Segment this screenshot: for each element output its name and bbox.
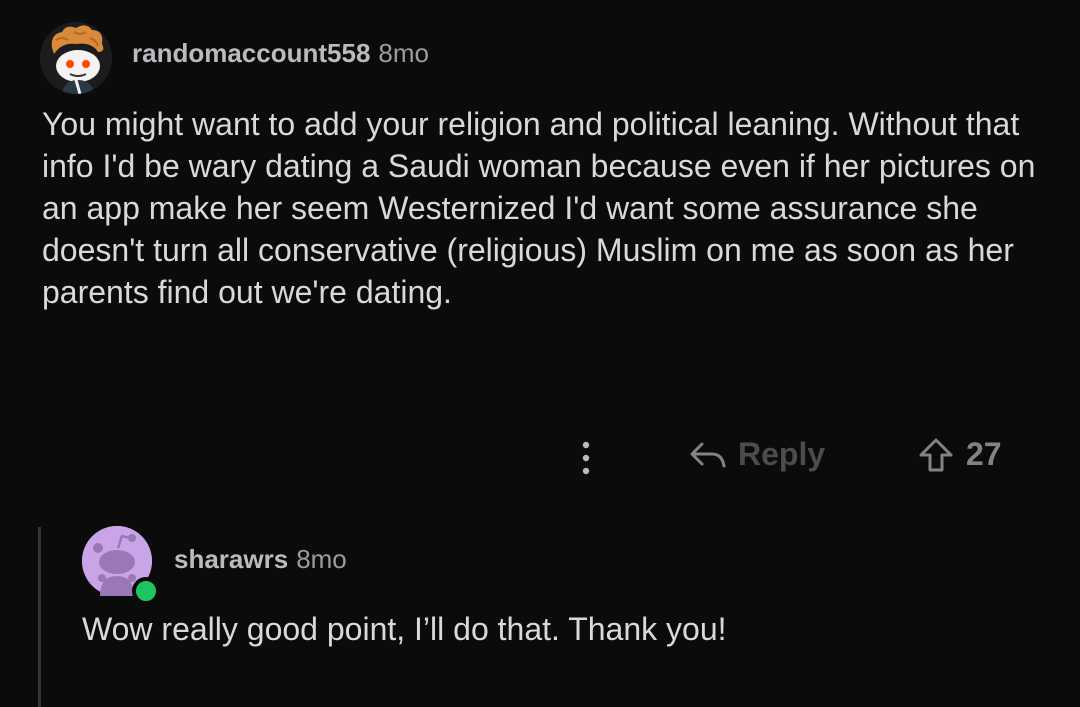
comment-body: You might want to add your religion and … — [42, 106, 1036, 310]
comment-meta: randomaccount558 8mo — [132, 38, 429, 69]
reply-button[interactable]: Reply — [688, 436, 825, 476]
reply-meta: sharawrs 8mo — [174, 544, 347, 575]
avatar[interactable] — [40, 22, 112, 94]
reply-comment: sharawrs 8mo Wow really good point, I’ll … — [0, 510, 1080, 707]
comment-age: 8mo — [378, 38, 429, 68]
vote-control: 27 — [918, 436, 1002, 476]
reply-body: Wow really good point, I’ll do that. Tha… — [82, 611, 727, 647]
reply-arrow-icon — [690, 442, 726, 467]
reply-username[interactable]: sharawrs — [174, 544, 288, 574]
vote-count: 27 — [966, 436, 1002, 472]
comment: randomaccount558 8mo You might want to ad… — [0, 0, 1080, 500]
comment-username[interactable]: randomaccount558 — [132, 38, 370, 68]
reply-label: Reply — [738, 436, 826, 472]
vertical-dots-icon — [582, 441, 590, 475]
reply-age: 8mo — [296, 544, 347, 574]
more-options-button[interactable] — [572, 438, 600, 478]
snoo-avatar-icon — [40, 22, 112, 94]
online-status-indicator — [132, 577, 160, 605]
upvote-arrow-icon[interactable] — [918, 437, 954, 473]
